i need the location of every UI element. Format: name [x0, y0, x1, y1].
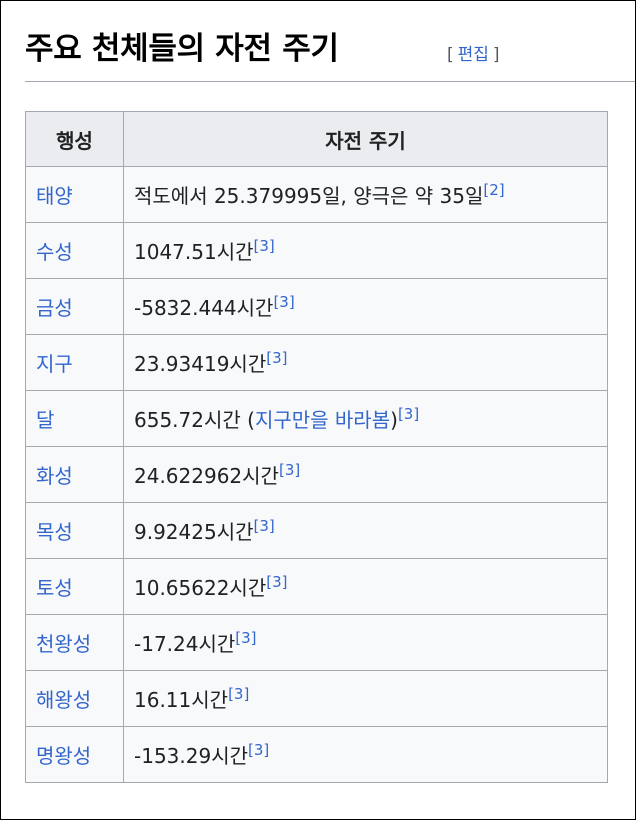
- rotation-period-cell: 10.65622시간[3]: [123, 558, 608, 615]
- planet-link[interactable]: 금성: [25, 278, 124, 335]
- table-row: 달 655.72시간 (지구만을 바라봄)[3]: [25, 390, 608, 447]
- rotation-period-cell: -5832.444시간[3]: [123, 278, 608, 335]
- rotation-period-suffix: ): [390, 408, 398, 432]
- planet-link[interactable]: 명왕성: [25, 726, 124, 783]
- table-row: 금성 -5832.444시간[3]: [25, 278, 608, 335]
- section-title: 주요 천체들의 자전 주기: [25, 31, 339, 67]
- planet-link[interactable]: 수성: [25, 222, 124, 279]
- rotation-period-value: 10.65622시간: [134, 576, 267, 600]
- rotation-period-cell: -153.29시간[3]: [123, 726, 608, 783]
- planet-link[interactable]: 토성: [25, 558, 124, 615]
- rotation-period-cell: 24.622962시간[3]: [123, 446, 608, 503]
- rotation-period-value: 9.92425시간: [134, 520, 254, 544]
- reference-link[interactable]: [3]: [254, 237, 275, 255]
- rotation-period-cell: 23.93419시간[3]: [123, 334, 608, 391]
- planet-link[interactable]: 태양: [25, 166, 124, 223]
- planet-link[interactable]: 천왕성: [25, 614, 124, 671]
- rotation-period-cell: 1047.51시간[3]: [123, 222, 608, 279]
- column-header-planet: 행성: [25, 111, 124, 167]
- section-heading-row: 주요 천체들의 자전 주기 [편집]: [25, 27, 635, 82]
- rotation-period-value: -153.29시간: [134, 744, 248, 768]
- reference-link[interactable]: [3]: [398, 405, 419, 423]
- table-row: 명왕성 -153.29시간[3]: [25, 726, 608, 783]
- reference-link[interactable]: [3]: [254, 517, 275, 535]
- rotation-period-cell: 655.72시간 (지구만을 바라봄)[3]: [123, 390, 608, 447]
- rotation-period-value: -5832.444시간: [134, 296, 274, 320]
- rotation-period-value: 23.93419시간: [134, 352, 267, 376]
- edit-bracket-close: ]: [492, 45, 500, 65]
- table-row: 목성 9.92425시간[3]: [25, 502, 608, 559]
- rotation-period-cell: 적도에서 25.379995일, 양극은 약 35일[2]: [123, 166, 608, 223]
- edit-section: [편집]: [447, 43, 500, 67]
- column-header-rotation-period: 자전 주기: [123, 111, 608, 167]
- planet-link[interactable]: 달: [25, 390, 124, 447]
- table-header-row: 행성 자전 주기: [25, 111, 608, 167]
- rotation-period-cell: -17.24시간[3]: [123, 614, 608, 671]
- reference-link[interactable]: [3]: [266, 349, 287, 367]
- planet-link[interactable]: 지구: [25, 334, 124, 391]
- reference-link[interactable]: [2]: [483, 181, 504, 199]
- planet-link[interactable]: 화성: [25, 446, 124, 503]
- rotation-period-cell: 16.11시간[3]: [123, 670, 608, 727]
- rotation-period-cell: 9.92425시간[3]: [123, 502, 608, 559]
- table-row: 수성 1047.51시간[3]: [25, 222, 608, 279]
- reference-link[interactable]: [3]: [273, 293, 294, 311]
- rotation-period-value: 24.622962시간: [134, 464, 279, 488]
- inline-link[interactable]: 지구만을 바라봄: [255, 408, 390, 432]
- edit-bracket-open: [: [447, 45, 454, 65]
- reference-link[interactable]: [3]: [266, 573, 287, 591]
- table-row: 해왕성 16.11시간[3]: [25, 670, 608, 727]
- edit-link[interactable]: 편집: [458, 45, 489, 65]
- rotation-period-value: 16.11시간: [134, 688, 229, 712]
- rotation-period-value: -17.24시간: [134, 632, 236, 656]
- reference-link[interactable]: [3]: [235, 629, 256, 647]
- reference-link[interactable]: [3]: [248, 741, 269, 759]
- planet-link[interactable]: 목성: [25, 502, 124, 559]
- rotation-period-table: 행성 자전 주기 태양 적도에서 25.379995일, 양극은 약 35일[2]…: [25, 111, 608, 783]
- reference-link[interactable]: [3]: [279, 461, 300, 479]
- page-frame: 주요 천체들의 자전 주기 [편집] 행성 자전 주기 태양 적도에서 25.37…: [0, 0, 636, 820]
- table-row: 지구 23.93419시간[3]: [25, 334, 608, 391]
- rotation-period-value: 655.72시간 (: [134, 408, 255, 432]
- table-row: 태양 적도에서 25.379995일, 양극은 약 35일[2]: [25, 166, 608, 223]
- rotation-period-value: 적도에서 25.379995일, 양극은 약 35일: [134, 184, 484, 208]
- table-row: 화성 24.622962시간[3]: [25, 446, 608, 503]
- planet-link[interactable]: 해왕성: [25, 670, 124, 727]
- rotation-period-value: 1047.51시간: [134, 240, 254, 264]
- table-row: 토성 10.65622시간[3]: [25, 558, 608, 615]
- table-row: 천왕성 -17.24시간[3]: [25, 614, 608, 671]
- reference-link[interactable]: [3]: [228, 685, 249, 703]
